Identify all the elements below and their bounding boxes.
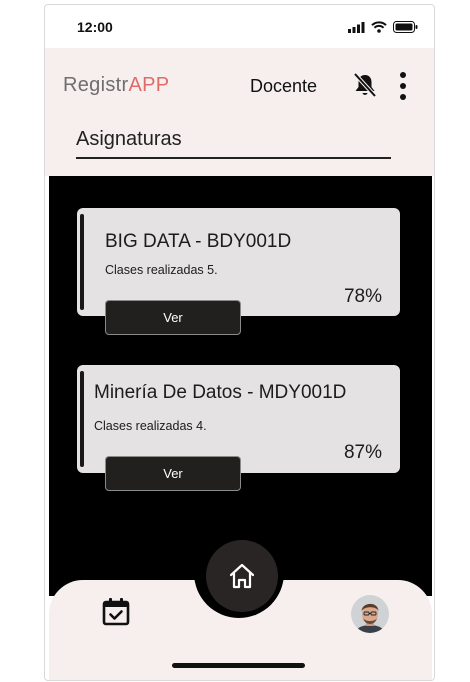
- avatar-image: [351, 595, 389, 633]
- course-attendance: 78%: [343, 286, 382, 307]
- home-indicator: [172, 663, 305, 668]
- page-title: Asignaturas: [76, 128, 182, 150]
- brand-suffix: APP: [128, 74, 170, 96]
- role-label: Docente: [250, 76, 318, 96]
- home-button[interactable]: [206, 540, 278, 612]
- course-card: BIG DATA - BDY001D Clases realizadas 5. …: [77, 208, 400, 335]
- course-card: Minería De Datos - MDY001D Clases realiz…: [77, 365, 400, 491]
- more-vertical-icon[interactable]: [396, 72, 410, 100]
- profile-avatar[interactable]: [351, 595, 389, 633]
- bell-off-icon[interactable]: [352, 72, 378, 98]
- view-course-button[interactable]: Ver: [105, 300, 241, 335]
- course-title: Minería De Datos - MDY001D: [94, 382, 347, 403]
- wifi-icon: [371, 21, 387, 33]
- calendar-check-icon[interactable]: [101, 597, 131, 627]
- signal-icon: [348, 21, 365, 33]
- title-underline: [76, 157, 391, 159]
- card-accent-bar: [80, 214, 84, 310]
- card-accent-bar: [80, 371, 84, 467]
- brand-prefix: Registr: [63, 74, 129, 96]
- status-time: 12:00: [77, 19, 113, 35]
- course-classes: Clases realizadas 5.: [105, 263, 218, 277]
- course-attendance: 87%: [343, 442, 382, 463]
- view-course-button[interactable]: Ver: [105, 456, 241, 491]
- status-icons: [348, 21, 418, 33]
- home-icon: [229, 563, 255, 589]
- app-logo: RegistrAPP: [63, 74, 169, 97]
- status-bar: 12:00: [45, 5, 434, 48]
- battery-icon: [393, 21, 418, 33]
- course-title: BIG DATA - BDY001D: [105, 231, 292, 252]
- course-classes: Clases realizadas 4.: [94, 419, 207, 433]
- phone-frame: 12:00 RegistrAPP Docente Asignaturas BIG…: [44, 4, 435, 681]
- app-header: RegistrAPP Docente Asignaturas: [45, 48, 434, 176]
